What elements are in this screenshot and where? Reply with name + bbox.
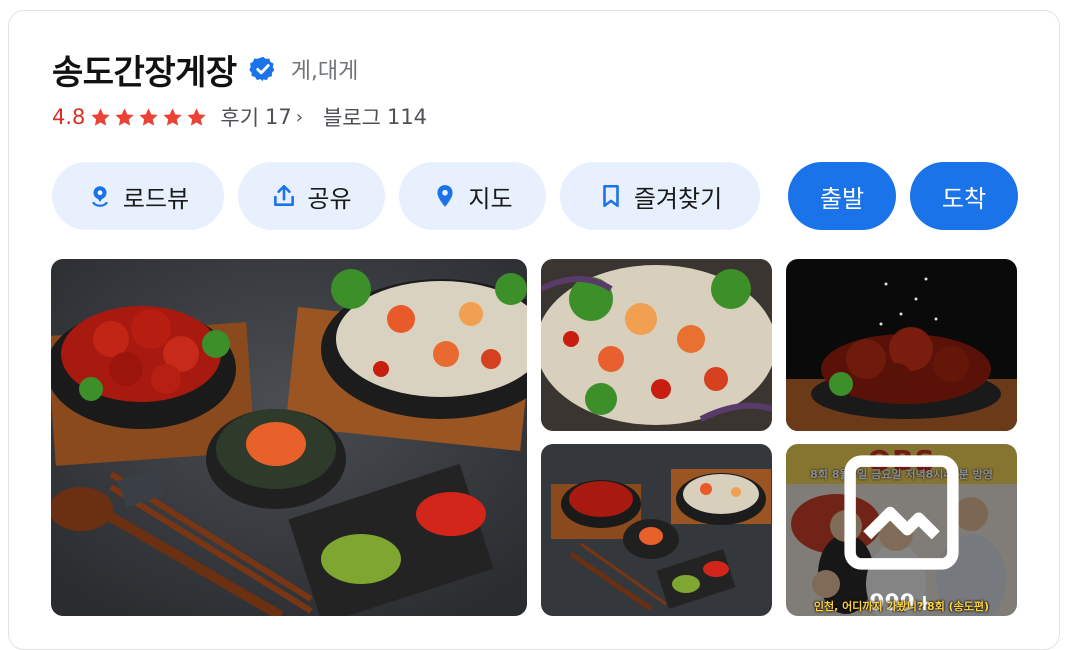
roadview-button[interactable]: 로드뷰 bbox=[52, 162, 224, 230]
share-icon bbox=[274, 184, 295, 206]
map-pin-icon bbox=[437, 185, 453, 207]
gallery-icon bbox=[844, 455, 959, 570]
bookmark-icon bbox=[603, 184, 619, 208]
star-icon bbox=[91, 107, 111, 126]
photo-main-dishes[interactable] bbox=[51, 259, 527, 616]
rating-value: 4.8 bbox=[52, 105, 86, 129]
star-icon bbox=[115, 107, 135, 126]
favorite-button[interactable]: 즐겨찾기 bbox=[560, 162, 760, 230]
food-photo-image bbox=[51, 259, 527, 616]
blog-label[interactable]: 블로그 bbox=[323, 102, 381, 132]
place-name[interactable]: 송도간장게장 bbox=[52, 45, 237, 94]
roadview-icon bbox=[92, 186, 108, 207]
blog-count[interactable]: 114 bbox=[387, 105, 427, 129]
food-photo-image bbox=[786, 259, 1017, 431]
place-category: 게,대게 bbox=[290, 59, 359, 84]
rating-stars bbox=[89, 106, 208, 129]
verified-badge-icon bbox=[248, 56, 275, 82]
food-photo-image bbox=[541, 259, 772, 431]
roadview-label: 로드뷰 bbox=[122, 184, 190, 213]
arrive-button[interactable]: 도착 bbox=[910, 162, 1018, 230]
photo-spicy-chicken[interactable] bbox=[786, 259, 1017, 431]
photo-full-set[interactable] bbox=[541, 444, 772, 616]
obs-caption: 인천, 어디까지 가봤니? 8회 (송도편) bbox=[813, 600, 990, 613]
action-buttons: 로드뷰 공유 지도 즐겨찾기 출발 도착 bbox=[52, 162, 1018, 230]
food-photo-image bbox=[541, 444, 772, 616]
photo-more-gallery[interactable]: OBS 8회 8월5일 금요일 저녁8시40분 방영 999+ 인천, 어디까지… bbox=[786, 444, 1017, 616]
depart-label: 출발 bbox=[819, 184, 865, 213]
arrive-label: 도착 bbox=[941, 184, 987, 213]
star-icon bbox=[163, 107, 183, 126]
chevron-right-icon[interactable]: › bbox=[296, 107, 303, 128]
depart-button[interactable]: 출발 bbox=[788, 162, 896, 230]
review-label[interactable]: 후기 bbox=[220, 102, 259, 132]
share-button[interactable]: 공유 bbox=[238, 162, 385, 230]
map-label: 지도 bbox=[468, 184, 513, 213]
rating-row: 4.8 후기 17 › 블로그 114 bbox=[52, 100, 427, 134]
map-button[interactable]: 지도 bbox=[399, 162, 546, 230]
review-count[interactable]: 17 bbox=[265, 105, 292, 129]
title-row: 송도간장게장 게,대게 bbox=[52, 44, 358, 94]
favorite-label: 즐겨찾기 bbox=[633, 184, 723, 213]
star-icon bbox=[139, 107, 159, 126]
share-label: 공유 bbox=[307, 184, 352, 213]
more-photos-overlay[interactable]: 999+ bbox=[786, 444, 1017, 616]
photo-crab[interactable] bbox=[541, 259, 772, 431]
star-icon bbox=[187, 107, 207, 126]
